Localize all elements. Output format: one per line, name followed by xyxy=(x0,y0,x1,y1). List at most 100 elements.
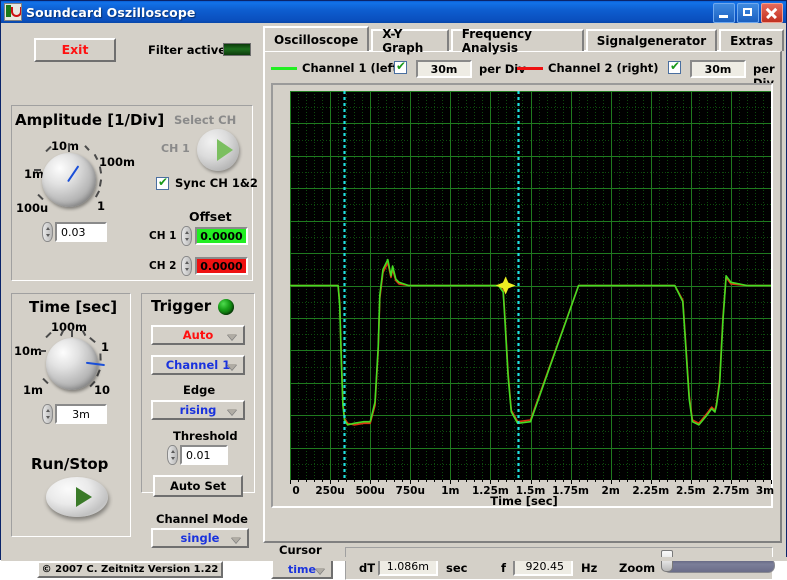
x-axis-minor-tick xyxy=(619,480,620,482)
x-axis-minor-tick xyxy=(442,480,443,482)
x-axis-minor-tick xyxy=(482,480,483,482)
zoom-slider-thumb[interactable] xyxy=(661,550,673,572)
trigger-edge-label: Edge xyxy=(183,383,215,397)
title-bar: Soundcard Oszilloscope xyxy=(1,1,786,23)
tab-frequency-analysis[interactable]: Frequency Analysis xyxy=(451,29,584,51)
x-axis: 0250u500u750u1m1.25m1.5m1.75m2m2.25m2.5m… xyxy=(290,480,771,494)
x-axis-tick xyxy=(490,480,491,484)
amplitude-value-input[interactable]: 0.03 xyxy=(55,222,107,242)
x-axis-minor-tick xyxy=(563,480,564,482)
chevron-down-icon xyxy=(227,334,237,340)
x-axis-minor-tick xyxy=(747,480,748,482)
x-axis-minor-tick xyxy=(683,480,684,482)
channel2-label: Channel 2 (right) xyxy=(548,61,659,75)
filter-active-indicator xyxy=(223,43,251,56)
x-axis-tick xyxy=(611,480,612,484)
cursor-label: Cursor xyxy=(279,543,322,557)
time-stepper[interactable] xyxy=(42,404,53,424)
x-axis-tick xyxy=(370,480,371,484)
chevron-down-icon xyxy=(231,537,241,543)
amplitude-knob-label-1: 1 xyxy=(97,199,105,213)
trigger-edge-dropdown[interactable]: rising xyxy=(151,400,245,420)
copyright-bar[interactable]: © 2007 C. Zeitnitz Version 1.22 xyxy=(37,561,223,578)
x-axis-minor-tick xyxy=(378,480,379,482)
x-axis-tick xyxy=(290,480,291,484)
trigger-channel-dropdown[interactable]: Channel 1 xyxy=(151,355,245,375)
channel2-enable-checkbox[interactable] xyxy=(668,61,681,74)
amplitude-stepper[interactable] xyxy=(42,222,53,242)
x-axis-minor-tick xyxy=(354,480,355,482)
amplitude-knob[interactable] xyxy=(42,153,96,207)
cursor-mode-value: time xyxy=(288,563,316,576)
sync-channels-checkbox[interactable] xyxy=(156,177,169,190)
x-axis-tick xyxy=(330,480,331,484)
tab-oscilloscope[interactable]: Oscilloscope xyxy=(263,26,369,51)
select-channel-value: CH 1 xyxy=(161,142,190,155)
time-knob[interactable] xyxy=(46,338,98,390)
x-axis-minor-tick xyxy=(539,480,540,482)
amplitude-knob-label-100m: 100m xyxy=(99,155,135,169)
exit-button[interactable]: Exit xyxy=(34,38,116,62)
x-axis-minor-tick xyxy=(394,480,395,482)
x-axis-minor-tick xyxy=(306,480,307,482)
trigger-led-indicator xyxy=(218,299,234,315)
maximize-icon[interactable] xyxy=(737,3,759,23)
right-tab-panel: Oscilloscope X-Y Graph Frequency Analysi… xyxy=(259,23,786,560)
x-axis-minor-tick xyxy=(298,480,299,482)
channel1-enable-checkbox[interactable] xyxy=(394,61,407,74)
x-axis-minor-tick xyxy=(474,480,475,482)
x-axis-minor-tick xyxy=(458,480,459,482)
amplitude-knob-label-10m: 10m xyxy=(51,139,79,153)
time-value-input[interactable]: 3m xyxy=(55,404,107,424)
trigger-title: Trigger xyxy=(151,297,211,315)
cursor-mode-dropdown[interactable]: time xyxy=(271,559,333,579)
minimize-icon[interactable] xyxy=(713,3,735,23)
tab-signalgenerator[interactable]: Signalgenerator xyxy=(586,29,717,51)
x-axis-tick xyxy=(450,480,451,484)
tab-xy-graph[interactable]: X-Y Graph xyxy=(371,29,448,51)
x-axis-minor-tick xyxy=(466,480,467,482)
x-axis-minor-tick xyxy=(322,480,323,482)
threshold-input[interactable]: 0.01 xyxy=(180,445,228,465)
trigger-threshold-label: Threshold xyxy=(173,429,238,443)
select-channel-button[interactable] xyxy=(197,129,239,171)
oscilloscope-plot-area[interactable] xyxy=(290,91,771,480)
x-axis-minor-tick xyxy=(579,480,580,482)
offset-ch2-input[interactable]: 0.0000 xyxy=(195,257,248,275)
tab-bar: Oscilloscope X-Y Graph Frequency Analysi… xyxy=(263,27,786,51)
trigger-mode-dropdown[interactable]: Auto xyxy=(151,325,245,345)
run-stop-label: Run/Stop xyxy=(31,455,108,473)
x-axis-minor-tick xyxy=(362,480,363,482)
x-axis-minor-tick xyxy=(587,480,588,482)
auto-set-button[interactable]: Auto Set xyxy=(153,475,243,497)
x-axis-tick xyxy=(571,480,572,484)
offset-ch1-stepper[interactable] xyxy=(181,226,192,246)
x-axis-minor-tick xyxy=(667,480,668,482)
x-axis-minor-tick xyxy=(763,480,764,482)
channel-mode-value: single xyxy=(181,531,220,545)
x-axis-minor-tick xyxy=(498,480,499,482)
x-axis-minor-tick xyxy=(643,480,644,482)
threshold-stepper[interactable] xyxy=(167,445,178,465)
run-stop-button[interactable] xyxy=(46,477,108,517)
offset-title: Offset xyxy=(189,209,232,224)
channel-mode-dropdown[interactable]: single xyxy=(151,528,249,548)
x-axis-minor-tick xyxy=(402,480,403,482)
x-axis-minor-tick xyxy=(514,480,515,482)
frequency-label: f xyxy=(501,561,506,575)
x-axis-minor-tick xyxy=(434,480,435,482)
channel2-div-input[interactable]: 30m xyxy=(690,60,746,78)
channel1-div-input[interactable]: 30m xyxy=(416,60,472,78)
window-title: Soundcard Oszilloscope xyxy=(26,5,196,20)
close-icon[interactable] xyxy=(761,3,783,23)
x-axis-minor-tick xyxy=(699,480,700,482)
x-axis-minor-tick xyxy=(675,480,676,482)
tab-extras[interactable]: Extras xyxy=(719,29,784,51)
x-axis-tick xyxy=(771,480,772,484)
x-axis-title: Time [sec] xyxy=(273,494,775,508)
offset-ch2-stepper[interactable] xyxy=(181,256,192,276)
application-window: Soundcard Oszilloscope Exit Filter activ… xyxy=(0,0,787,560)
oscilloscope-graph-frame: 0250u500u750u1m1.25m1.5m1.75m2m2.25m2.5m… xyxy=(271,83,773,508)
offset-ch1-input[interactable]: 0.0000 xyxy=(195,227,248,245)
trigger-edge-value: rising xyxy=(180,403,217,417)
